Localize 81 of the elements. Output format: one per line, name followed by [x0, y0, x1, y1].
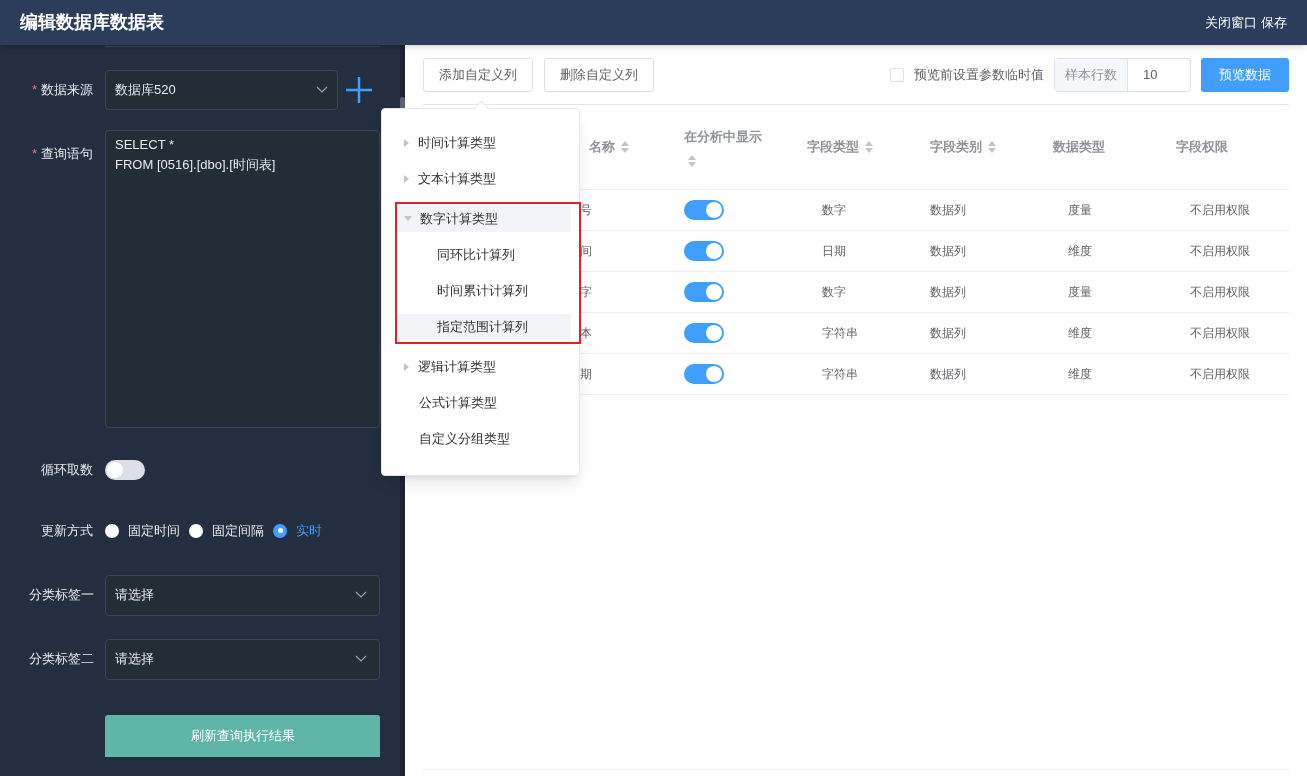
table-cell-text: 字符串: [822, 366, 858, 383]
table-cell-text: 数据列: [930, 366, 966, 383]
table-cell-text: 本: [580, 325, 592, 342]
menu-item[interactable]: 自定义分组类型: [382, 426, 579, 452]
field-label: 分类标签一: [29, 586, 94, 605]
window-title: 编辑数据库数据表: [20, 11, 164, 34]
table-cell-text: 不启用权限: [1190, 284, 1250, 301]
field-label: 更新方式: [41, 522, 93, 540]
tag-select[interactable]: 请选择: [105, 638, 380, 680]
table-cell-text: 数字: [822, 202, 846, 219]
column-header: 字段类型: [807, 138, 859, 157]
tag-select[interactable]: 请选择: [105, 574, 380, 616]
field-label: 循环取数: [41, 461, 93, 480]
table-cell-text: 字: [580, 284, 592, 301]
column-header: 名称: [589, 138, 615, 157]
menu-group-item[interactable]: 文本计算类型: [382, 166, 567, 192]
menu-group-item[interactable]: 时间计算类型: [382, 130, 567, 156]
table-cell-text: 间: [580, 243, 592, 260]
query-textarea[interactable]: SELECT * FROM [0516].[dbo].[时间表]: [105, 130, 380, 428]
radio-button[interactable]: [105, 523, 119, 538]
radio-label: 固定间隔: [212, 522, 264, 540]
radio-label: 固定时间: [128, 522, 180, 540]
required-asterisk: *: [31, 145, 37, 163]
field-value: 10: [1142, 65, 1158, 84]
sort-icon: [621, 141, 629, 153]
table-cell-text: 维度: [1068, 366, 1092, 383]
table-cell-text: 日期: [822, 243, 846, 260]
sort-icon: [688, 154, 696, 167]
checkbox[interactable]: [890, 67, 904, 82]
table-cell-text: 不启用权限: [1190, 243, 1250, 260]
table-cell-text: 数据列: [930, 284, 966, 301]
chevron-down-icon: [355, 655, 367, 663]
table-cell-text: 不启用权限: [1190, 325, 1250, 342]
toolbar-button[interactable]: 添加自定义列: [423, 57, 533, 92]
table-cell-text: 不启用权限: [1190, 202, 1250, 219]
column-header: 数据类型: [1053, 138, 1105, 157]
table-cell-text: 期: [580, 366, 592, 383]
table-cell-text: 数据列: [930, 325, 966, 342]
show-toggle[interactable]: [684, 323, 724, 343]
field-label: 数据来源: [41, 81, 93, 100]
table-cell-text: 不启用权限: [1190, 366, 1250, 383]
radio-button[interactable]: [273, 523, 287, 538]
column-header: 字段类别: [930, 138, 982, 157]
field-label: 分类标签二: [29, 650, 94, 669]
sort-icon: [988, 141, 996, 153]
source-select[interactable]: 数据库520: [105, 70, 338, 110]
show-toggle[interactable]: [684, 200, 724, 220]
header-action-button[interactable]: 关闭窗口: [1205, 12, 1257, 33]
menu-item[interactable]: 时间累计计算列: [397, 278, 571, 304]
radio-label: 实时: [296, 522, 322, 540]
menu-item[interactable]: 指定范围计算列: [397, 314, 571, 340]
table-cell-text: 维度: [1068, 243, 1092, 260]
loop-toggle[interactable]: [105, 460, 145, 480]
table-cell-text: 字符串: [822, 325, 858, 342]
table-cell-text: 数据列: [930, 243, 966, 260]
header-action-button[interactable]: 保存: [1261, 12, 1287, 33]
chevron-down-icon: [316, 86, 328, 94]
required-asterisk: *: [31, 81, 37, 100]
show-toggle[interactable]: [684, 364, 724, 384]
table-cell-text: 数字: [822, 284, 846, 301]
column-header: 字段权限: [1176, 138, 1228, 157]
radio-button[interactable]: [189, 523, 203, 538]
table-cell-text: 数据列: [930, 202, 966, 219]
show-toggle[interactable]: [684, 282, 724, 302]
table-cell-text: 度量: [1068, 284, 1092, 301]
field-prefix: 样本行数: [1055, 58, 1128, 91]
menu-group-item[interactable]: 数字计算类型: [397, 206, 571, 232]
show-toggle[interactable]: [684, 241, 724, 261]
toolbar-button[interactable]: 删除自定义列: [544, 57, 654, 92]
menu-item[interactable]: 公式计算类型: [382, 390, 579, 416]
plus-icon[interactable]: [345, 76, 373, 104]
sort-icon: [865, 141, 873, 153]
field-label: 查询语句: [41, 145, 93, 163]
menu-item[interactable]: 同环比计算列: [397, 242, 571, 268]
table-cell-text: 度量: [1068, 202, 1092, 219]
checkbox-label: 预览前设置参数临时值: [914, 65, 1044, 84]
column-header: 在分析中显示: [684, 128, 762, 147]
sample-rows-field[interactable]: 样本行数 10: [1054, 57, 1191, 92]
table-cell-text: 维度: [1068, 325, 1092, 342]
chevron-down-icon: [355, 591, 367, 599]
menu-group-item[interactable]: 逻辑计算类型: [382, 354, 567, 380]
